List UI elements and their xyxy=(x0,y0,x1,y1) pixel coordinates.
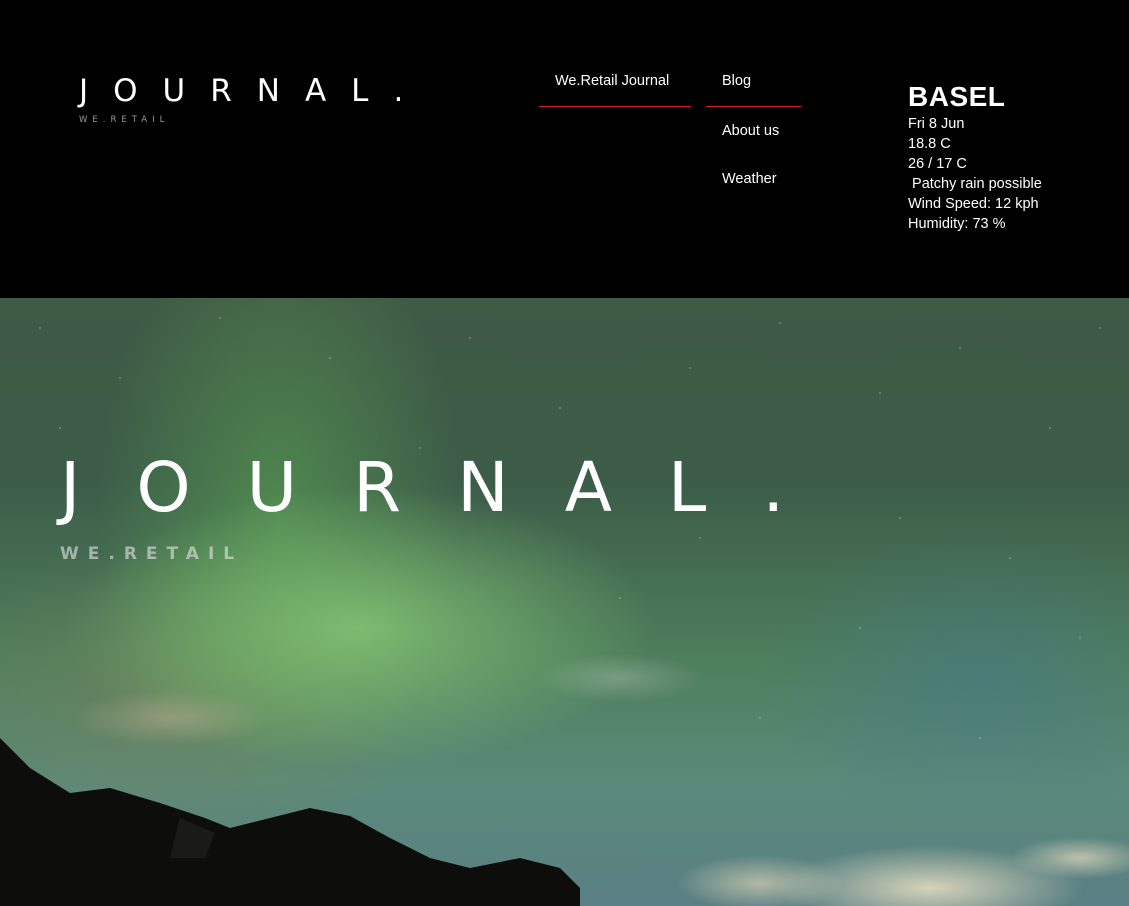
hero-title: JOURNAL. xyxy=(60,448,841,528)
site-header: JOURNAL. WE.RETAIL We.Retail Journal Blo… xyxy=(0,0,1129,298)
nav-link-we-retail-journal[interactable]: We.Retail Journal xyxy=(555,73,669,89)
logo-subtitle: WE.RETAIL xyxy=(79,115,170,125)
hero-mountains-silhouette xyxy=(0,738,580,906)
weather-widget: BASEL Fri 8 Jun 18.8 C 26 / 17 C Patchy … xyxy=(908,80,1113,234)
weather-condition: Patchy rain possible xyxy=(908,176,1042,192)
nav-link-blog[interactable]: Blog xyxy=(722,73,751,89)
nav-link-about-us[interactable]: About us xyxy=(722,123,779,139)
nav-underline-home xyxy=(539,106,691,107)
nav-underline-blog xyxy=(706,106,801,107)
hero-logo: JOURNAL. WE.RETAIL xyxy=(60,450,840,564)
hero-subtitle: WE.RETAIL xyxy=(60,544,244,564)
weather-humidity: Humidity: 73 % xyxy=(908,216,1006,232)
weather-temperature: 18.8 C xyxy=(908,136,951,152)
weather-wind-speed: Wind Speed: 12 kph xyxy=(908,196,1039,212)
weather-date: Fri 8 Jun xyxy=(908,116,965,132)
logo-title: JOURNAL. xyxy=(79,73,429,109)
weather-high-low: 26 / 17 C xyxy=(908,156,967,172)
nav-link-weather[interactable]: Weather xyxy=(722,171,777,187)
hero-banner: JOURNAL. WE.RETAIL xyxy=(0,298,1129,906)
site-logo[interactable]: JOURNAL. WE.RETAIL xyxy=(79,74,428,125)
weather-city: BASEL xyxy=(908,81,1006,112)
